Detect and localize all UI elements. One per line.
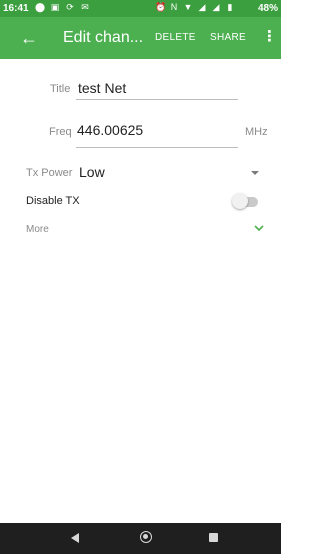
nfc-icon: N: [170, 2, 178, 12]
chevron-down-icon[interactable]: [254, 225, 264, 232]
freq-underline: [76, 147, 238, 148]
title-label: Title: [50, 83, 71, 95]
delete-button[interactable]: DELETE: [155, 32, 196, 43]
share-button[interactable]: SHARE: [210, 32, 246, 43]
image-icon: ▣: [50, 2, 60, 12]
notification-icon: ⬤: [35, 2, 46, 12]
system-nav-bar: [0, 523, 281, 554]
freq-unit: MHz: [245, 126, 268, 138]
battery-icon: ▮: [227, 2, 233, 12]
freq-input[interactable]: 446.00625: [77, 122, 143, 138]
status-left-icons: ⬤ ▣ ⟳ ✉: [35, 2, 90, 13]
wifi-icon: ▼: [183, 2, 193, 12]
freq-label: Freq: [49, 126, 72, 138]
status-right-icons: ⏰ N ▼ ◢ ◢ ▮: [155, 2, 235, 13]
more-label[interactable]: More: [26, 224, 49, 235]
signal-icon: ◢: [212, 2, 220, 12]
title-underline: [76, 99, 238, 100]
sync-icon: ⟳: [66, 2, 74, 12]
status-time: 16:41: [3, 3, 29, 14]
more-vert-icon[interactable]: ⋮: [262, 29, 277, 45]
alarm-icon: ⏰: [155, 2, 167, 12]
tx-power-label: Tx Power: [26, 167, 73, 179]
dropdown-arrow-icon[interactable]: [251, 171, 259, 175]
nav-back-icon[interactable]: [71, 533, 79, 543]
message-icon: ✉: [81, 2, 89, 12]
nav-home-icon[interactable]: [140, 531, 152, 543]
disable-tx-toggle-thumb[interactable]: [232, 193, 248, 209]
nav-recents-icon[interactable]: [209, 533, 218, 542]
disable-tx-label: Disable TX: [26, 195, 80, 207]
page-title: Edit chan...: [63, 29, 144, 46]
status-bar: 16:41 ⬤ ▣ ⟳ ✉ ⏰ N ▼ ◢ ◢ ▮ 48%: [0, 0, 281, 17]
app-bar: ← Edit chan... DELETE SHARE ⋮: [0, 17, 281, 59]
arrow-back-icon[interactable]: ←: [20, 27, 38, 49]
battery-level: 48%: [257, 3, 278, 14]
title-input[interactable]: test Net: [78, 80, 126, 96]
tx-power-select[interactable]: Low: [79, 164, 105, 180]
signal-icon: ◢: [198, 2, 206, 12]
